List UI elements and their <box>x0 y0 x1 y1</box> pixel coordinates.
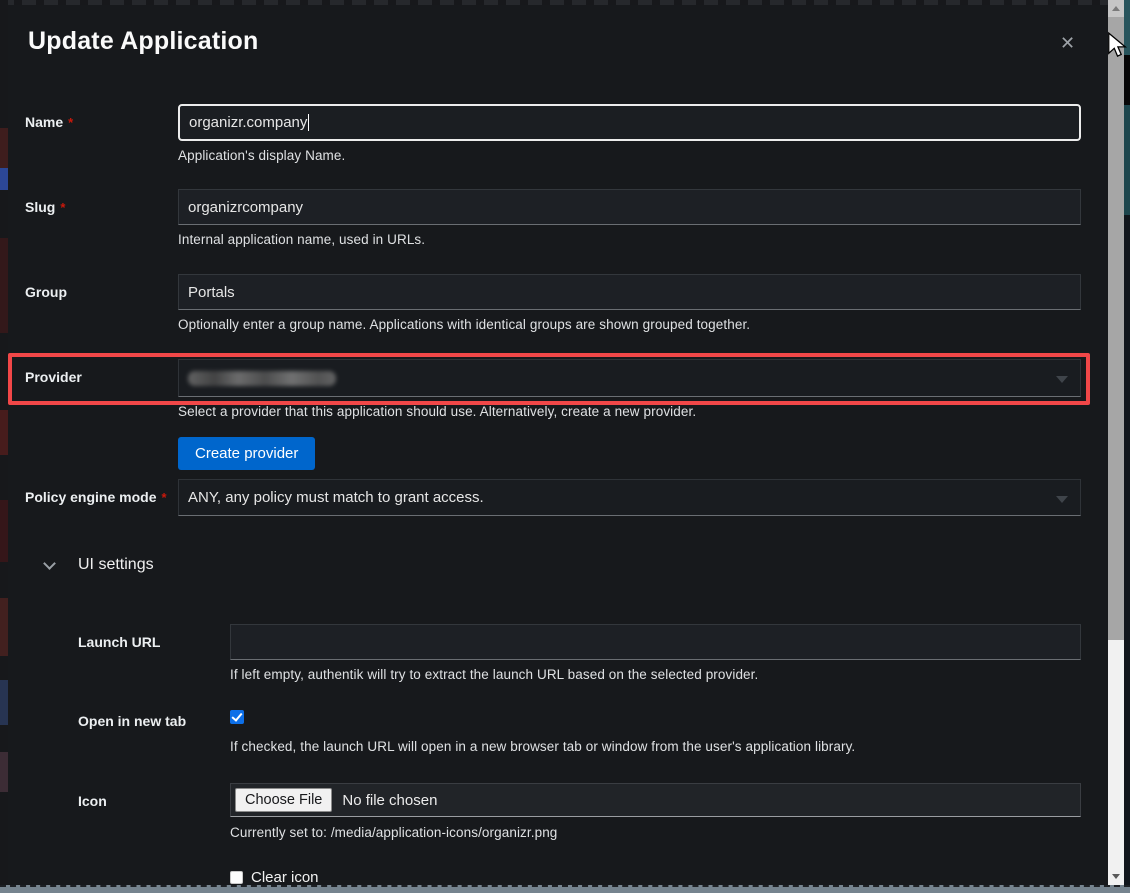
icon-file-input[interactable]: Choose File No file chosen <box>230 783 1081 817</box>
group-help-text: Optionally enter a group name. Applicati… <box>178 317 1081 332</box>
scrollbar-thumb[interactable] <box>1108 17 1124 640</box>
background-fragment <box>0 680 8 725</box>
field-row-open-in-new-tab: Open in new tab If checked, the launch U… <box>78 708 1081 754</box>
background-fragment <box>0 238 8 333</box>
field-row-clear-icon: Clear icon <box>230 869 319 885</box>
name-label: Name* <box>25 104 178 163</box>
open-in-new-tab-help-text: If checked, the launch URL will open in … <box>230 739 1081 754</box>
scroll-down-button[interactable] <box>1108 868 1124 885</box>
slug-label: Slug* <box>25 189 178 247</box>
field-row-group: Group Optionally enter a group name. App… <box>25 274 1081 332</box>
background-page-left-edge <box>0 0 8 893</box>
required-asterisk: * <box>161 490 166 505</box>
field-row-name: Name* organizr.company Application's dis… <box>25 104 1081 163</box>
group-label: Group <box>25 274 178 332</box>
create-provider-button[interactable]: Create provider <box>178 437 315 470</box>
launch-url-label: Launch URL <box>78 624 230 682</box>
choose-file-button[interactable]: Choose File <box>235 788 332 812</box>
clear-icon-checkbox[interactable] <box>230 871 243 884</box>
background-fragment <box>0 752 8 792</box>
provider-value-redacted <box>188 371 336 386</box>
slug-help-text: Internal application name, used in URLs. <box>178 232 1081 247</box>
slug-input[interactable] <box>178 189 1081 225</box>
clear-icon-label: Clear icon <box>251 869 319 885</box>
group-input[interactable] <box>178 274 1081 310</box>
chevron-down-icon <box>1056 496 1068 503</box>
vertical-scrollbar[interactable] <box>1108 0 1124 885</box>
scroll-up-button[interactable] <box>1108 0 1124 17</box>
open-in-new-tab-checkbox[interactable] <box>230 710 244 724</box>
launch-url-help-text: If left empty, authentik will try to ext… <box>230 667 1081 682</box>
background-fragment <box>0 410 8 455</box>
close-icon[interactable]: ✕ <box>1056 29 1079 58</box>
modal-title: Update Application <box>28 27 258 56</box>
background-page-right-edge <box>1124 0 1130 885</box>
open-in-new-tab-label: Open in new tab <box>78 708 230 754</box>
background-fragment <box>0 598 8 656</box>
arrow-down-icon <box>1112 874 1120 879</box>
required-asterisk: * <box>68 115 73 130</box>
icon-label: Icon <box>78 783 230 840</box>
field-row-icon: Icon Choose File No file chosen Currentl… <box>78 783 1081 840</box>
background-fragment <box>1124 105 1130 215</box>
provider-select[interactable] <box>178 359 1081 397</box>
ui-settings-header: UI settings <box>78 556 154 574</box>
launch-url-input[interactable] <box>230 624 1081 660</box>
text-cursor <box>308 114 309 131</box>
policy-engine-mode-label: Policy engine mode* <box>25 479 178 516</box>
field-row-provider: Provider Select a provider that this app… <box>25 359 1081 470</box>
provider-help-text: Select a provider that this application … <box>178 404 1081 419</box>
update-application-modal: Update Application ✕ Name* organizr.comp… <box>8 5 1108 885</box>
field-row-policy-engine-mode: Policy engine mode* ANY, any policy must… <box>25 479 1081 516</box>
mouse-cursor <box>1106 31 1128 61</box>
required-asterisk: * <box>60 200 65 215</box>
provider-label: Provider <box>25 359 178 470</box>
chevron-down-icon <box>1056 376 1068 383</box>
icon-help-text: Currently set to: /media/application-ico… <box>230 825 1081 840</box>
name-help-text: Application's display Name. <box>178 148 1081 163</box>
ui-settings-toggle[interactable]: UI settings <box>45 556 154 574</box>
file-status-text: No file chosen <box>342 792 437 809</box>
background-fragment <box>0 168 8 190</box>
background-fragment <box>0 500 8 562</box>
field-row-slug: Slug* Internal application name, used in… <box>25 189 1081 247</box>
background-page-bottom-edge <box>0 885 1130 893</box>
chevron-down-icon <box>43 557 56 570</box>
arrow-up-icon <box>1112 6 1120 11</box>
field-row-launch-url: Launch URL If left empty, authentik will… <box>78 624 1081 682</box>
background-fragment <box>1124 55 1130 105</box>
name-input[interactable]: organizr.company <box>178 104 1081 141</box>
policy-engine-mode-select[interactable]: ANY, any policy must match to grant acce… <box>178 479 1081 516</box>
background-fragment <box>0 128 8 168</box>
